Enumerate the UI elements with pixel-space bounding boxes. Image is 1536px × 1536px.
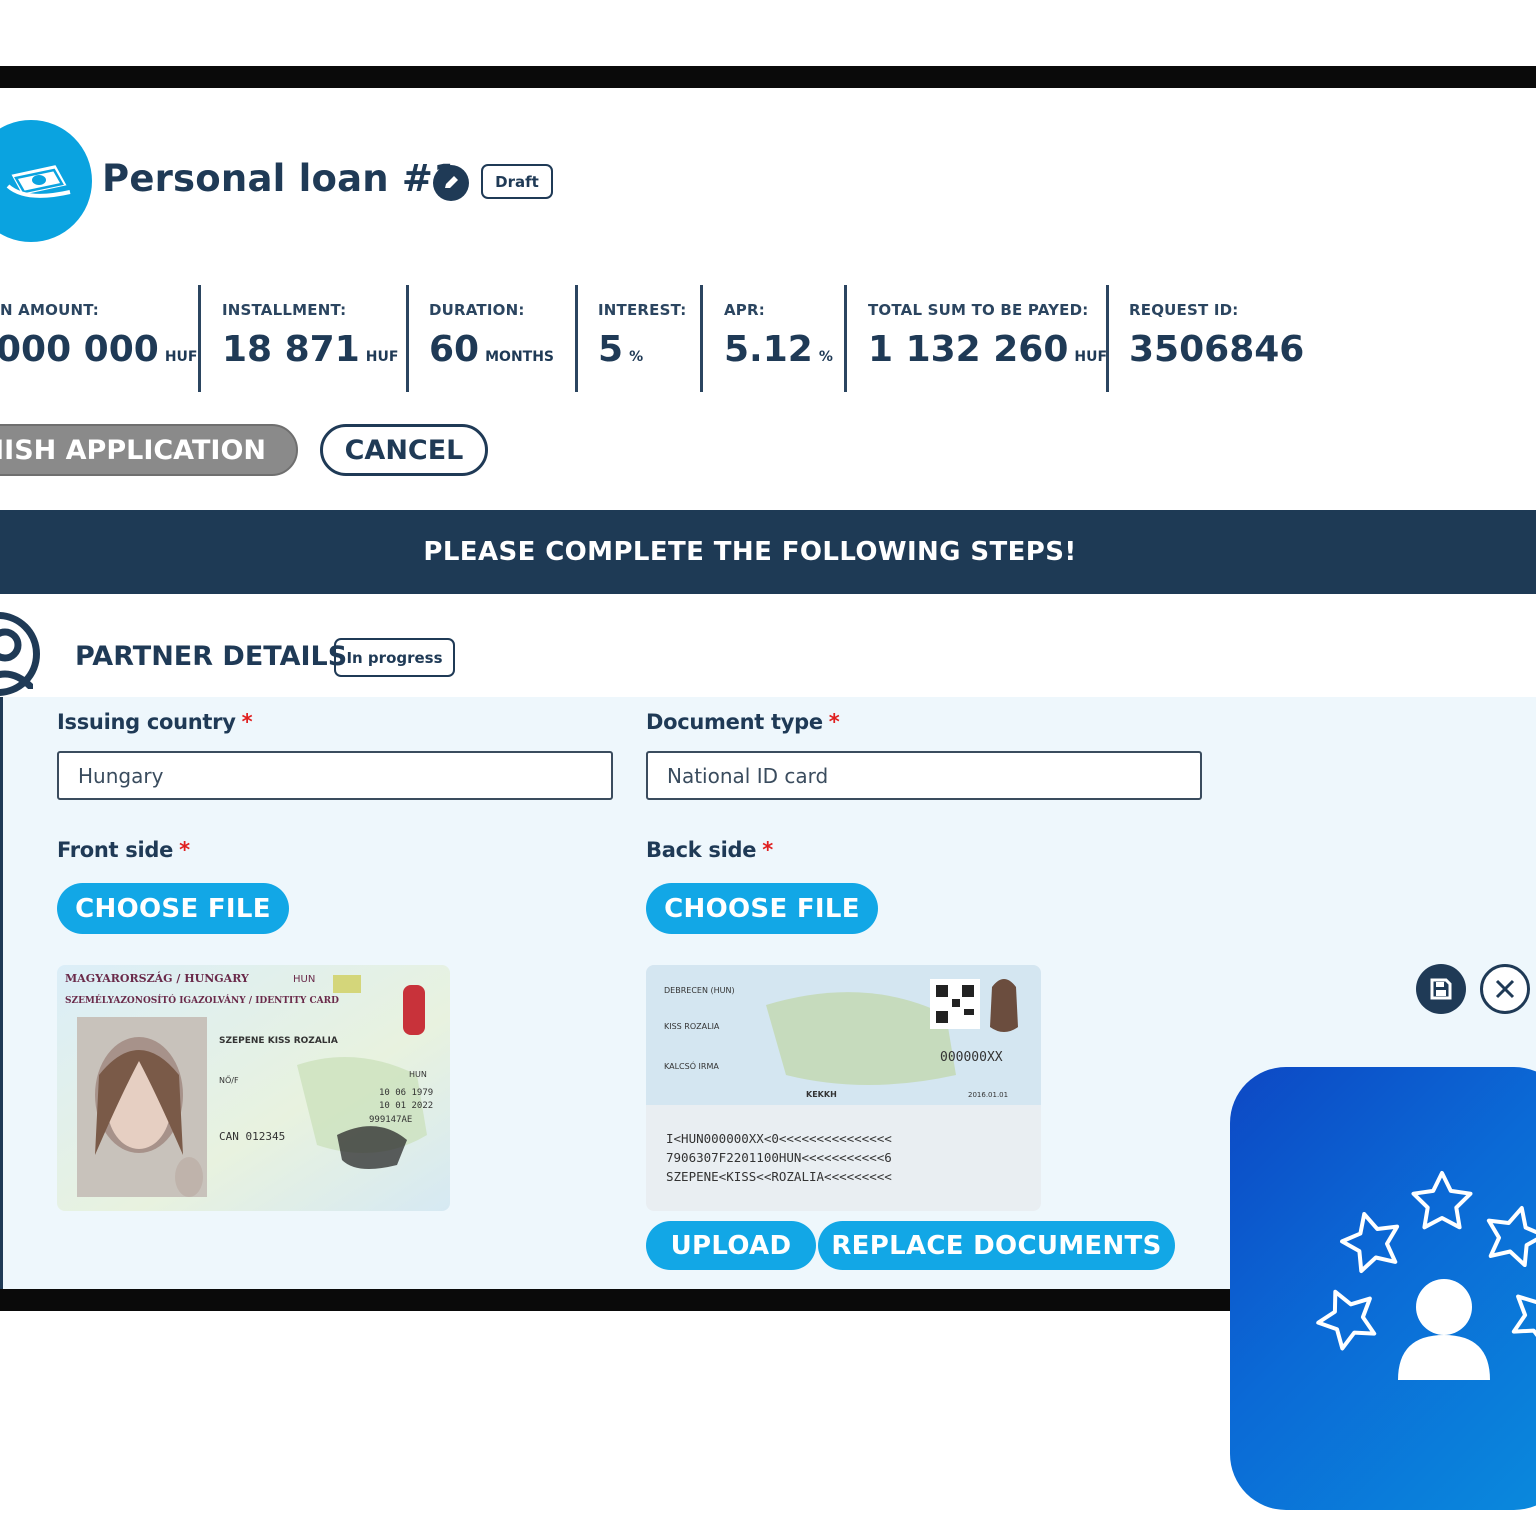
id-card-back-image: DEBRECEN (HUN) KISS ROZALIA KALCSÓ IRMA … (646, 965, 1041, 1211)
front-side-label: Front side * (57, 838, 190, 862)
metric-label: INTEREST: (598, 301, 687, 319)
divider (700, 285, 703, 392)
id-front-country-code: HUN (293, 974, 315, 985)
id-front-expiry: 10 01 2022 (379, 1101, 433, 1111)
issuing-country-label: Issuing country * (57, 710, 253, 734)
metric-value: 18 871 HUF (222, 329, 399, 370)
id-front-sex: NŐ/F (219, 1075, 239, 1085)
choose-file-back-button[interactable]: CHOOSE FILE (646, 883, 878, 934)
close-icon[interactable] (1480, 964, 1530, 1014)
id-back-mother: KALCSÓ IRMA (664, 1060, 719, 1071)
id-back-mrz1: I<HUN000000XX<0<<<<<<<<<<<<<<< (666, 1131, 892, 1146)
steps-banner-text: PLEASE COMPLETE THE FOLLOWING STEPS! (423, 537, 1077, 567)
id-back-name: KISS ROZALIA (664, 1022, 720, 1031)
document-type-label: Document type * (646, 710, 840, 734)
metric-label: DURATION: (429, 301, 525, 319)
metric-label: N AMOUNT: (0, 301, 100, 319)
metric-value: 5% (598, 329, 644, 370)
money-bill-icon (0, 120, 92, 242)
cancel-button[interactable]: CANCEL (320, 424, 488, 476)
page-title: Personal loan #1 (102, 157, 460, 200)
upload-button[interactable]: UPLOAD (646, 1221, 816, 1270)
id-back-mrz3: SZEPENE<KISS<<ROZALIA<<<<<<<<< (666, 1169, 892, 1184)
document-type-field[interactable]: National ID card (646, 751, 1202, 800)
id-front-header2: SZEMÉLYAZONOSÍTÓ IGAZOLVÁNY / IDENTITY C… (65, 994, 339, 1006)
status-badge: Draft (481, 164, 553, 199)
divider (406, 285, 409, 392)
id-front-birth: 10 06 1979 (379, 1088, 433, 1098)
id-back-authority: KEKKH (806, 1090, 837, 1099)
metric-value: 3506846 (1129, 329, 1305, 370)
metric-label: APR: (724, 301, 765, 319)
app-tile (1230, 1067, 1536, 1510)
metric-value: 000 000 HUF (0, 329, 198, 370)
floppy-disk-icon[interactable] (1416, 964, 1466, 1014)
metric-label: REQUEST ID: (1129, 301, 1239, 319)
id-back-date: 2016.01.01 (968, 1091, 1008, 1099)
id-card-front-image: MAGYARORSZÁG / HUNGARY SZEMÉLYAZONOSÍTÓ … (57, 965, 450, 1211)
divider (575, 285, 578, 392)
metric-label: INSTALLMENT: (222, 301, 347, 319)
id-front-nationality: HUN (409, 1070, 427, 1079)
choose-file-front-button[interactable]: CHOOSE FILE (57, 883, 289, 934)
id-back-number: 000000XX (940, 1050, 1003, 1065)
id-front-doc-no: 999147AE (369, 1115, 412, 1125)
divider (844, 285, 847, 392)
id-front-can: CAN 012345 (219, 1130, 285, 1143)
pencil-icon[interactable] (433, 165, 469, 201)
finish-application-button[interactable]: INISH APPLICATION (0, 424, 298, 476)
back-side-label: Back side * (646, 838, 773, 862)
status-badge: In progress (334, 638, 455, 677)
loan-metrics: N AMOUNT: 000 000 HUF INSTALLMENT: 18 871… (0, 285, 1304, 392)
id-front-header1: MAGYARORSZÁG / HUNGARY (65, 971, 249, 985)
steps-banner: PLEASE COMPLETE THE FOLLOWING STEPS! (0, 510, 1536, 594)
id-back-mrz2: 7906307F2201100HUN<<<<<<<<<<<6 (666, 1150, 892, 1165)
metric-value: 1 132 260 HUF (868, 329, 1108, 370)
issuing-country-field[interactable]: Hungary (57, 751, 613, 800)
metric-label: TOTAL SUM TO BE PAYED: (868, 301, 1089, 319)
replace-documents-button[interactable]: REPLACE DOCUMENTS (818, 1221, 1175, 1270)
metric-value: 60 MONTHS (429, 329, 555, 370)
divider (1106, 285, 1109, 392)
metric-value: 5.12% (724, 329, 833, 370)
id-front-name: SZEPENE KISS ROZALIA (219, 1036, 338, 1046)
section-title: PARTNER DETAILS (75, 641, 348, 672)
top-frame-bar (0, 66, 1536, 88)
divider (198, 285, 201, 392)
person-icon (0, 612, 40, 696)
id-back-place: DEBRECEN (HUN) (664, 986, 735, 995)
person-with-stars-icon (1316, 1171, 1536, 1380)
